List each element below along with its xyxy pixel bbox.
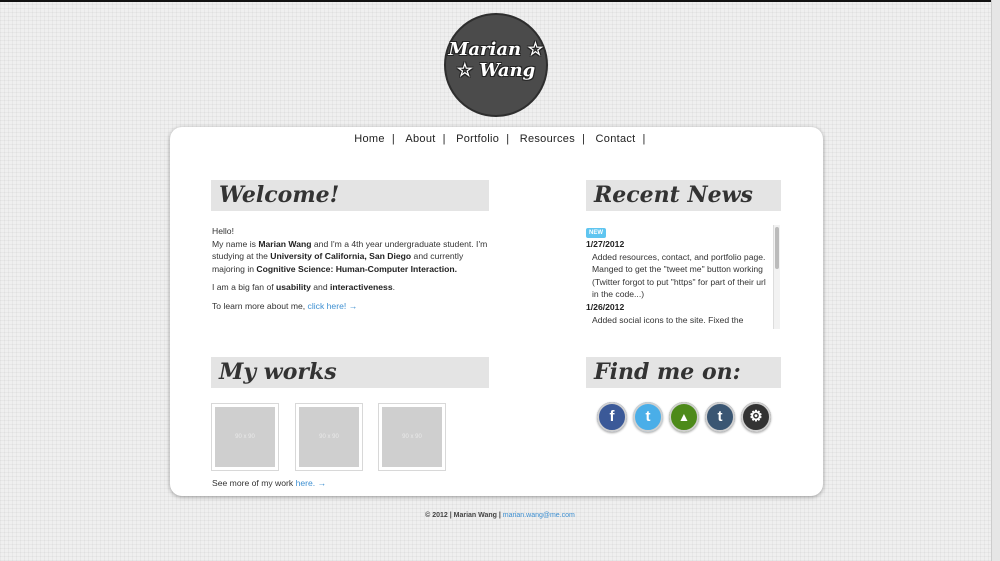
copyright-text: © 2012 | Marian Wang | <box>425 512 503 519</box>
steam-icon: ⚙ <box>749 408 763 425</box>
news-text: Added social icons to the site. Fixed th… <box>592 314 744 329</box>
news-scroll-thumb[interactable] <box>775 227 779 269</box>
star-icon: ☆ <box>527 39 544 60</box>
interactiveness-text: interactiveness <box>330 282 393 293</box>
thumbnail-placeholder: 90 x 90 <box>299 407 359 467</box>
see-more-text: See more of my work here. → <box>212 478 326 488</box>
nav-contact[interactable]: Contact <box>589 133 643 145</box>
learn-more-text: To learn more about me, <box>212 300 308 311</box>
logo-line-1: Marian <box>448 39 522 60</box>
page-scrollbar[interactable] <box>991 0 1000 561</box>
greeting: Hello! <box>212 226 234 236</box>
school-text: University of California, San Diego <box>270 251 412 262</box>
nav-separator: | <box>391 133 395 145</box>
nav-resources[interactable]: Resources <box>513 133 582 145</box>
thumbnail-placeholder: 90 x 90 <box>215 407 275 467</box>
works-heading: My works <box>211 357 489 388</box>
usability-text: usability <box>276 282 311 293</box>
welcome-heading: Welcome! <box>211 180 489 211</box>
nav-separator: | <box>506 133 510 145</box>
nav-about[interactable]: About <box>398 133 442 145</box>
news-heading: Recent News <box>586 180 781 211</box>
nav-separator: | <box>442 133 446 145</box>
forrst-icon: ▲ <box>678 410 690 424</box>
thumbnail-placeholder: 90 x 90 <box>382 407 442 467</box>
facebook-link[interactable]: f <box>597 402 627 432</box>
fan-text: and <box>310 282 331 293</box>
tumblr-icon: t <box>717 408 723 425</box>
window-top-border <box>0 0 1000 2</box>
steam-link[interactable]: ⚙ <box>741 402 771 432</box>
welcome-text: Hello! My name is Marian Wang and I'm a … <box>212 225 490 319</box>
click-here-link[interactable]: click here! → <box>308 301 358 311</box>
intro-text: My name is <box>212 238 259 249</box>
see-more-label: See more of my work <box>212 478 296 488</box>
email-link[interactable]: marian.wang@me.com <box>503 512 575 519</box>
main-nav: Home | About | Portfolio | Resources | Conta… <box>170 133 823 145</box>
twitter-link[interactable]: t <box>633 402 663 432</box>
work-thumbnail[interactable]: 90 x 90 <box>295 403 363 471</box>
nav-separator: | <box>642 133 646 145</box>
logo-text: Marian ☆ ☆ Wang <box>446 39 546 81</box>
work-thumbnail[interactable]: 90 x 90 <box>211 403 279 471</box>
facebook-icon: f <box>609 408 615 425</box>
see-more-link[interactable]: here. → <box>296 478 327 488</box>
tumblr-link[interactable]: t <box>705 402 735 432</box>
news-list[interactable]: NEW 1/27/2012 Added resources, contact, … <box>586 225 781 329</box>
nav-portfolio[interactable]: Portfolio <box>449 133 506 145</box>
work-thumbnail[interactable]: 90 x 90 <box>378 403 446 471</box>
main-card: Home | About | Portfolio | Resources | Conta… <box>170 127 823 496</box>
site-logo[interactable]: Marian ☆ ☆ Wang <box>444 13 548 117</box>
nav-separator: | <box>582 133 586 145</box>
news-date: 1/26/2012 <box>586 301 625 312</box>
find-heading: Find me on: <box>586 357 781 388</box>
footer: © 2012 | Marian Wang | marian.wang@me.co… <box>0 512 1000 519</box>
news-date: 1/27/2012 <box>586 239 625 249</box>
logo-line-2: Wang <box>479 60 536 81</box>
news-text: Added resources, contact, and portfolio … <box>592 251 766 300</box>
nav-home[interactable]: Home <box>347 133 392 145</box>
name-text: Marian Wang <box>258 238 312 249</box>
twitter-icon: t <box>645 408 651 425</box>
fan-text: . <box>392 282 395 293</box>
star-icon: ☆ <box>456 60 473 81</box>
forrst-link[interactable]: ▲ <box>669 402 699 432</box>
fan-text: I am a big fan of <box>212 282 277 293</box>
major-text: Cognitive Science: Human-Computer Intera… <box>256 263 457 274</box>
new-badge: NEW <box>586 228 606 238</box>
news-scrollbar[interactable] <box>773 225 780 329</box>
